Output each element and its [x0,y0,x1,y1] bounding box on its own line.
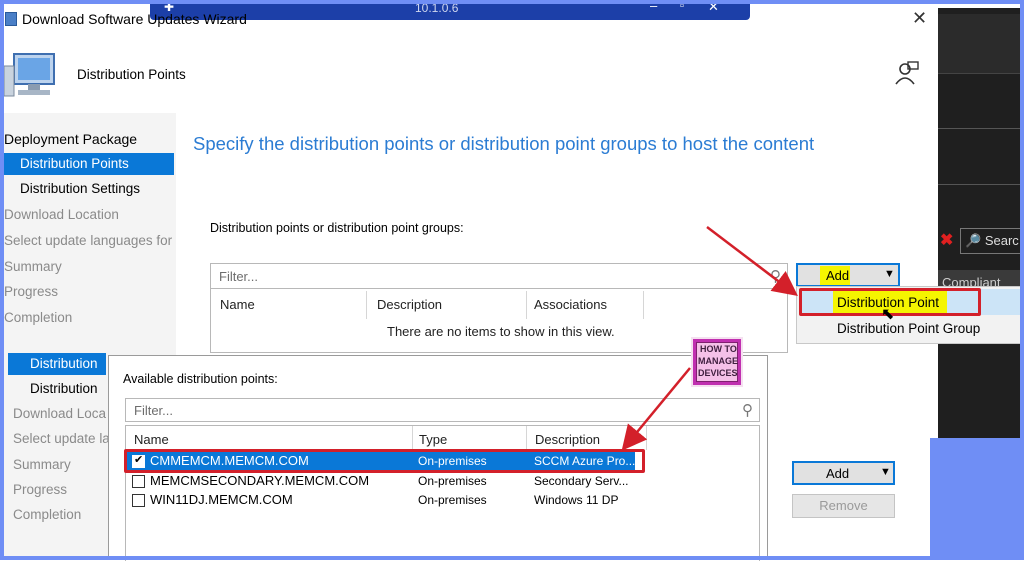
search-button[interactable]: 🔎 Searc [960,228,1022,254]
dialog-filter-box[interactable]: ⚲ [125,398,760,422]
nav-item-download-location[interactable]: Download Location [4,204,119,226]
add-button-label: Add [826,268,850,283]
filter-box[interactable]: ⚲ [210,263,788,289]
logo-line-1: HOW TO [700,344,737,354]
available-dp-label: Available distribution points: [123,372,278,386]
dialog-filter-search-icon[interactable]: ⚲ [742,401,753,419]
dialog-column-header-description[interactable]: Description [535,432,600,447]
search-label: Searc [984,233,1019,248]
row-checkbox[interactable] [132,494,145,507]
how-to-manage-devices-logo: HOW TO MANAGE DEVICES [691,337,743,387]
row-type: On-premises [418,493,487,507]
nav2-item-summary[interactable]: Summary [13,454,71,476]
restore-icon[interactable]: ▫ [680,0,684,12]
add-button-lower[interactable]: Add ▼ [792,461,895,485]
chevron-down-icon: ▼ [880,466,891,478]
remove-button[interactable]: Remove [792,494,895,518]
nav-item-completion[interactable]: Completion [4,307,72,329]
help-person-icon[interactable] [894,60,920,86]
logo-line-2: MANAGE [698,356,738,366]
logo-line-3: DEVICES [698,368,738,378]
row-type: On-premises [418,474,487,488]
window-title: Download Software Updates Wizard [22,11,247,27]
table-row[interactable]: WIN11DJ.MEMCM.COM On-premises Windows 11… [127,491,635,510]
menu-item-distribution-point-group[interactable]: Distribution Point Group [837,321,980,336]
page-title: Distribution Points [77,67,186,82]
minimize-icon[interactable]: – [650,0,657,13]
nav-item-select-languages[interactable]: Select update languages for [4,230,174,252]
add-dropdown-button[interactable]: Add ▼ [796,263,900,287]
content-heading: Specify the distribution points or distr… [193,133,815,154]
remove-label: Remove [819,498,868,513]
nav-item-progress[interactable]: Progress [4,281,58,303]
row-name: MEMCMSECONDARY.MEMCM.COM [150,473,370,488]
remote-close-icon[interactable]: ✕ [708,0,719,15]
add-lower-label: Add [826,466,850,481]
remote-title: 10.1.0.6 [415,1,459,15]
nav2-item-download-location[interactable]: Download Loca [13,403,106,425]
chevron-down-icon: ▼ [884,268,895,280]
nav-item-distribution-points[interactable]: Distribution Points [4,153,174,175]
mouse-cursor-icon: ⬉ [881,306,895,323]
filter-input[interactable] [217,268,682,285]
row-annotation-box [124,449,645,473]
filter-search-icon[interactable]: ⚲ [770,267,781,285]
nav-item-deployment-package[interactable]: Deployment Package [4,128,137,150]
row-description: Windows 11 DP [534,493,619,507]
background-window: ✖ 🔎 Searc Compliant [938,8,1024,438]
add-menu: Distribution Point Distribution Point Gr… [796,286,1024,344]
nav2-item-select-languages[interactable]: Select update la [13,428,109,450]
close-x-icon: ✖ [940,232,954,249]
nav-item-distribution-settings[interactable]: Distribution Settings [20,178,140,200]
nav2-item-distribution-points[interactable]: Distribution [8,353,106,375]
column-header-associations[interactable]: Associations [534,297,607,312]
empty-list-text: There are no items to show in this view. [387,324,615,339]
row-description: Secondary Serv... [534,474,629,488]
background-strip [930,438,1024,560]
close-button[interactable]: ✕ [912,8,927,29]
wizard-icon [5,12,17,26]
dialog-filter-input[interactable] [132,402,643,419]
column-header-description[interactable]: Description [377,297,442,312]
dialog-column-header-type[interactable]: Type [419,432,447,447]
nav-item-summary[interactable]: Summary [4,256,62,278]
list-label: Distribution points or distribution poin… [210,221,464,235]
column-header-name[interactable]: Name [220,297,255,312]
table-row[interactable]: MEMCMSECONDARY.MEMCM.COM On-premises Sec… [127,472,635,491]
computer-icon [3,50,60,102]
nav2-item-completion[interactable]: Completion [13,504,81,526]
row-name: WIN11DJ.MEMCM.COM [150,492,293,507]
search-icon: 🔎 [965,233,982,248]
dialog-column-header-name[interactable]: Name [134,432,169,447]
row-checkbox[interactable] [132,475,145,488]
nav2-item-distribution-settings[interactable]: Distribution [30,378,98,400]
nav2-item-progress[interactable]: Progress [13,479,67,501]
